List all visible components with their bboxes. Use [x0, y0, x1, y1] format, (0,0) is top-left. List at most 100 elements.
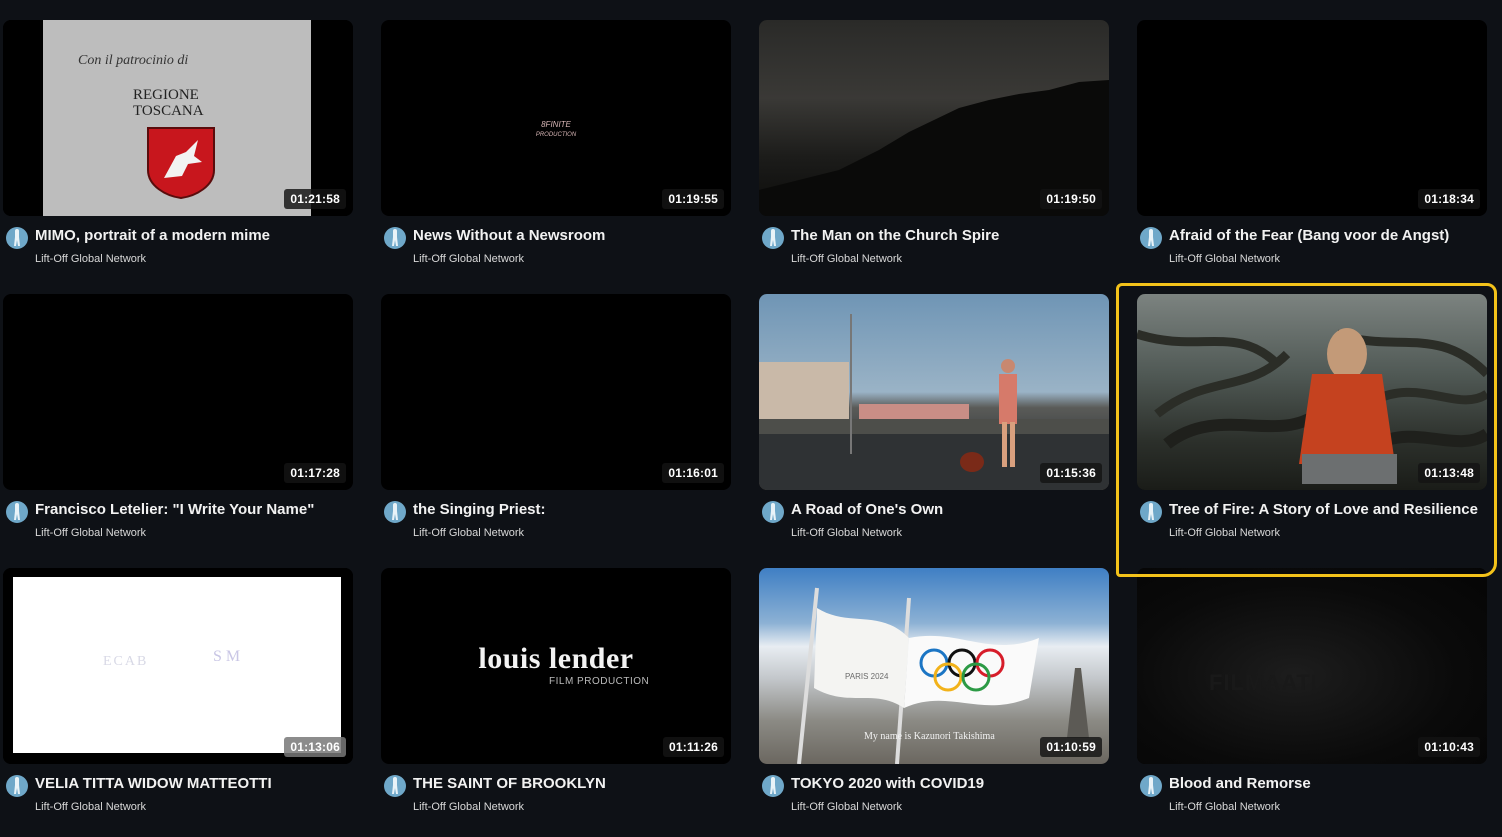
channel-name[interactable]: Lift-Off Global Network — [791, 253, 902, 265]
thumbnail-image — [1137, 294, 1487, 490]
duration-badge: 01:15:36 — [1040, 463, 1102, 483]
channel-name[interactable]: Lift-Off Global Network — [413, 527, 524, 539]
video-title[interactable]: MIMO, portrait of a modern mime — [35, 227, 270, 244]
channel-name[interactable]: Lift-Off Global Network — [791, 801, 902, 813]
channel-avatar[interactable] — [6, 775, 28, 797]
video-thumbnail[interactable]: louis lender FILM PRODUCTION 01:11:26 — [381, 568, 731, 764]
video-thumbnail[interactable]: Con il patrocinio di REGIONE TOSCANA 01:… — [3, 20, 353, 216]
channel-name[interactable]: Lift-Off Global Network — [35, 527, 146, 539]
thumbnail-text: S M — [213, 648, 241, 665]
video-title[interactable]: the Singing Priest: — [413, 501, 546, 518]
duration-badge: 01:19:50 — [1040, 189, 1102, 209]
thumbnail-image: ECAB S M — [3, 568, 353, 764]
video-title[interactable]: TOKYO 2020 with COVID19 — [791, 775, 984, 792]
treeline-silhouette — [759, 80, 1109, 216]
channel-name[interactable]: Lift-Off Global Network — [1169, 527, 1280, 539]
video-meta: The Man on the Church Spire Lift-Off Glo… — [759, 216, 1109, 276]
channel-avatar[interactable] — [6, 501, 28, 523]
video-title[interactable]: Afraid of the Fear (Bang voor de Angst) — [1169, 227, 1449, 244]
duration-badge: 01:18:34 — [1418, 189, 1480, 209]
video-thumbnail[interactable]: 8FINITE PRODUCTION 01:19:55 — [381, 20, 731, 216]
video-card[interactable]: FILMAATI 01:10:43 Blood and Remorse Lift… — [1137, 568, 1487, 824]
video-title[interactable]: Francisco Letelier: "I Write Your Name" — [35, 501, 314, 518]
channel-avatar[interactable] — [762, 227, 784, 249]
thumbnail-image: louis lender FILM PRODUCTION — [381, 568, 731, 764]
thumbnail-image — [759, 294, 1109, 490]
video-meta: VELIA TITTA WIDOW MATTEOTTI Lift-Off Glo… — [3, 764, 353, 824]
video-thumbnail[interactable]: 01:17:28 — [3, 294, 353, 490]
channel-avatar[interactable] — [384, 501, 406, 523]
video-card[interactable]: 01:19:50 The Man on the Church Spire Lif… — [759, 20, 1109, 276]
video-card[interactable]: 01:16:01 the Singing Priest: Lift-Off Gl… — [381, 294, 731, 550]
duration-badge: 01:19:55 — [662, 189, 724, 209]
video-meta: Afraid of the Fear (Bang voor de Angst) … — [1137, 216, 1487, 276]
video-thumbnail[interactable]: PARIS 2024 My name is Kazunori Takishima… — [759, 568, 1109, 764]
video-card[interactable]: 8FINITE PRODUCTION 01:19:55 News Without … — [381, 20, 731, 276]
video-meta: the Singing Priest: Lift-Off Global Netw… — [381, 490, 731, 550]
channel-name[interactable]: Lift-Off Global Network — [1169, 801, 1280, 813]
person-icon — [1148, 503, 1154, 520]
duration-badge: 01:17:28 — [284, 463, 346, 483]
thumbnail-logo: 8FINITE — [541, 120, 571, 129]
channel-name[interactable]: Lift-Off Global Network — [791, 527, 902, 539]
subtitle-caption: My name is Kazunori Takishima — [864, 731, 995, 742]
video-card[interactable]: louis lender FILM PRODUCTION 01:11:26 TH… — [381, 568, 731, 824]
person-icon — [14, 503, 20, 520]
person-icon — [770, 229, 776, 246]
thumbnail-text: TOSCANA — [133, 103, 204, 119]
channel-name[interactable]: Lift-Off Global Network — [413, 801, 524, 813]
video-card[interactable]: PARIS 2024 My name is Kazunori Takishima… — [759, 568, 1109, 824]
video-thumbnail[interactable]: ECAB S M 01:13:06 — [3, 568, 353, 764]
video-thumbnail[interactable]: 01:18:34 — [1137, 20, 1487, 216]
channel-avatar[interactable] — [1140, 775, 1162, 797]
person-icon — [14, 229, 20, 246]
video-grid: Con il patrocinio di REGIONE TOSCANA 01:… — [0, 0, 1502, 837]
video-thumbnail[interactable]: 01:19:50 — [759, 20, 1109, 216]
video-thumbnail[interactable]: 01:13:48 — [1137, 294, 1487, 490]
person-icon — [392, 503, 398, 520]
video-card[interactable]: 01:18:34 Afraid of the Fear (Bang voor d… — [1137, 20, 1487, 276]
channel-name[interactable]: Lift-Off Global Network — [35, 253, 146, 265]
video-thumbnail[interactable]: 01:15:36 — [759, 294, 1109, 490]
video-card[interactable]: 01:17:28 Francisco Letelier: "I Write Yo… — [3, 294, 353, 550]
video-title[interactable]: A Road of One's Own — [791, 501, 943, 518]
thumbnail-image — [759, 20, 1109, 216]
person-icon — [1148, 777, 1154, 794]
channel-name[interactable]: Lift-Off Global Network — [35, 801, 146, 813]
tree-scene — [1137, 328, 1487, 484]
channel-avatar[interactable] — [1140, 227, 1162, 249]
coat-of-arms-icon — [147, 127, 215, 200]
thumbnail-image: Con il patrocinio di REGIONE TOSCANA — [3, 20, 353, 216]
channel-avatar[interactable] — [1140, 501, 1162, 523]
duration-badge: 01:13:06 — [284, 737, 346, 757]
channel-avatar[interactable] — [762, 775, 784, 797]
thumbnail-text: FILMAATI — [1209, 670, 1319, 695]
video-card[interactable]: ECAB S M 01:13:06 VELIA TITTA WIDOW MATT… — [3, 568, 353, 824]
video-card[interactable]: Con il patrocinio di REGIONE TOSCANA 01:… — [3, 20, 353, 276]
video-meta: Blood and Remorse Lift-Off Global Networ… — [1137, 764, 1487, 824]
person-icon — [770, 777, 776, 794]
duration-badge: 01:11:26 — [663, 737, 724, 757]
road-scene — [759, 314, 1109, 490]
duration-badge: 01:21:58 — [284, 189, 346, 209]
video-title[interactable]: THE SAINT OF BROOKLYN — [413, 775, 606, 792]
person-icon — [392, 229, 398, 246]
channel-avatar[interactable] — [762, 501, 784, 523]
channel-name[interactable]: Lift-Off Global Network — [413, 253, 524, 265]
channel-avatar[interactable] — [384, 227, 406, 249]
video-title[interactable]: News Without a Newsroom — [413, 227, 605, 244]
person-icon — [770, 503, 776, 520]
video-title[interactable]: VELIA TITTA WIDOW MATTEOTTI — [35, 775, 272, 792]
video-title[interactable]: The Man on the Church Spire — [791, 227, 999, 244]
video-title[interactable]: Tree of Fire: A Story of Love and Resili… — [1169, 501, 1478, 518]
video-thumbnail[interactable]: FILMAATI 01:10:43 — [1137, 568, 1487, 764]
video-thumbnail[interactable]: 01:16:01 — [381, 294, 731, 490]
channel-name[interactable]: Lift-Off Global Network — [1169, 253, 1280, 265]
duration-badge: 01:10:43 — [1418, 737, 1480, 757]
video-meta: Francisco Letelier: "I Write Your Name" … — [3, 490, 353, 550]
video-card[interactable]: 01:13:48 Tree of Fire: A Story of Love a… — [1137, 294, 1487, 550]
video-card[interactable]: 01:15:36 A Road of One's Own Lift-Off Gl… — [759, 294, 1109, 550]
channel-avatar[interactable] — [384, 775, 406, 797]
channel-avatar[interactable] — [6, 227, 28, 249]
video-title[interactable]: Blood and Remorse — [1169, 775, 1311, 792]
